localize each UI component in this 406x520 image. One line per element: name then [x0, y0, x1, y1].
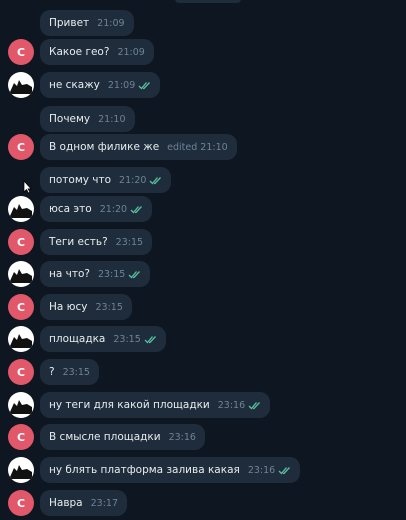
message-text: В одном филике же [49, 141, 160, 153]
cat-silhouette-icon [10, 465, 32, 479]
message-row: на что? 23:15 [0, 261, 406, 289]
double-check-icon [149, 176, 162, 184]
message-bubble[interactable]: потому что 21:20 [40, 167, 172, 193]
my-avatar[interactable] [8, 196, 34, 222]
message-bubble[interactable]: не скажу 21:09 [40, 72, 161, 98]
cat-silhouette-icon [10, 334, 32, 348]
cat-silhouette-icon [10, 80, 32, 94]
message-time: 23:15 [113, 333, 141, 345]
message-time: 23:15 [95, 301, 123, 313]
my-avatar[interactable] [8, 261, 34, 287]
double-check-icon [248, 401, 261, 409]
my-avatar[interactable] [8, 72, 34, 98]
message-bubble[interactable]: юса это 21:20 [40, 196, 153, 222]
my-avatar[interactable] [8, 326, 34, 352]
double-check-icon [138, 81, 151, 89]
contact-avatar[interactable]: C [8, 39, 34, 65]
message-time: 21:09 [117, 46, 145, 58]
mouse-cursor-icon [23, 180, 32, 194]
message-text: Почему [49, 113, 91, 125]
message-bubble[interactable]: В смысле площадки 23:16 [40, 424, 205, 450]
message-text: юса это [49, 203, 92, 215]
message-time: edited 21:10 [167, 141, 228, 153]
double-check-icon [130, 205, 143, 213]
contact-avatar[interactable]: C [8, 229, 34, 255]
message-row: Привет 21:09 [0, 10, 406, 38]
message-time: 21:10 [98, 113, 126, 125]
message-time: 23:16 [168, 431, 196, 443]
message-time: 21:09 [97, 17, 125, 29]
my-avatar[interactable] [8, 457, 34, 483]
message-bubble[interactable]: Почему 21:10 [40, 106, 135, 132]
message-time: 23:15 [115, 236, 144, 248]
message-bubble[interactable]: На юсу 23:15 [40, 294, 132, 320]
message-bubble[interactable]: В одном филике же edited 21:10 [40, 134, 237, 160]
double-check-icon [128, 270, 141, 278]
message-time: 23:16 [217, 399, 246, 411]
double-check-icon [144, 335, 156, 343]
message-bubble[interactable]: на что? 23:15 [40, 261, 151, 287]
message-text: Навра [49, 497, 83, 509]
message-bubble[interactable]: площадка 23:15 [40, 326, 166, 352]
message-text: на что? [49, 268, 90, 280]
message-text: ну теги для какой площадки [49, 399, 210, 411]
message-row: C На юсу 23:15 [0, 294, 406, 322]
message-time: 23:15 [62, 366, 90, 378]
message-time: 21:20 [119, 174, 147, 186]
message-text: потому что [49, 174, 112, 186]
message-time: 21:20 [99, 203, 128, 215]
message-text: Какое гео? [49, 46, 110, 58]
message-row: C ? 23:15 [0, 359, 406, 387]
message-row: C Навра 23:17 [0, 490, 406, 518]
message-row: потому что 21:20 [0, 167, 406, 195]
message-time: 23:16 [247, 464, 276, 476]
message-text: Привет [49, 17, 90, 29]
message-time: 23:17 [90, 497, 119, 509]
message-bubble[interactable]: Какое гео? 21:09 [40, 39, 154, 65]
message-row: Почему 21:10 [0, 106, 406, 134]
message-bubble[interactable]: ну теги для какой площадки 23:16 [40, 392, 271, 418]
message-bubble[interactable]: Привет 21:09 [40, 10, 134, 36]
message-time: 23:15 [97, 268, 126, 280]
message-text: не скажу [49, 79, 100, 91]
message-text: На юсу [49, 301, 88, 313]
message-text: ну блять платформа залива какая [49, 464, 240, 476]
message-row: не скажу 21:09 [0, 72, 406, 100]
cat-silhouette-icon [10, 204, 32, 218]
contact-avatar[interactable]: C [8, 359, 34, 385]
cat-silhouette-icon [10, 400, 32, 414]
message-row: ну блять платформа залива какая 23:16 [0, 457, 406, 485]
message-bubble[interactable]: Теги есть? 23:15 [40, 229, 153, 255]
contact-avatar[interactable]: C [8, 424, 34, 450]
message-bubble[interactable]: Навра 23:17 [40, 490, 128, 516]
message-row: C Какое гео? 21:09 [0, 39, 406, 67]
contact-avatar[interactable]: C [8, 490, 34, 516]
message-row: площадка 23:15 [0, 326, 406, 354]
message-text: площадка [49, 333, 106, 345]
double-check-icon [278, 466, 291, 474]
scroll-indicator [175, 0, 241, 3]
message-time: 21:09 [107, 79, 136, 91]
message-text: В смысле площадки [49, 431, 161, 443]
contact-avatar[interactable]: C [8, 294, 34, 320]
message-bubble[interactable]: ? 23:15 [40, 359, 99, 385]
message-text: ? [49, 366, 55, 378]
message-row: C Теги есть? 23:15 [0, 229, 406, 257]
message-row: юса это 21:20 [0, 196, 406, 224]
cat-silhouette-icon [10, 269, 32, 283]
message-row: C В смысле площадки 23:16 [0, 424, 406, 452]
contact-avatar[interactable]: C [8, 134, 34, 160]
message-text: Теги есть? [49, 236, 108, 248]
message-row: ну теги для какой площадки 23:16 [0, 392, 406, 420]
my-avatar[interactable] [8, 392, 34, 418]
message-bubble[interactable]: ну блять платформа залива какая 23:16 [40, 457, 301, 483]
message-row: C В одном филике же edited 21:10 [0, 134, 406, 162]
